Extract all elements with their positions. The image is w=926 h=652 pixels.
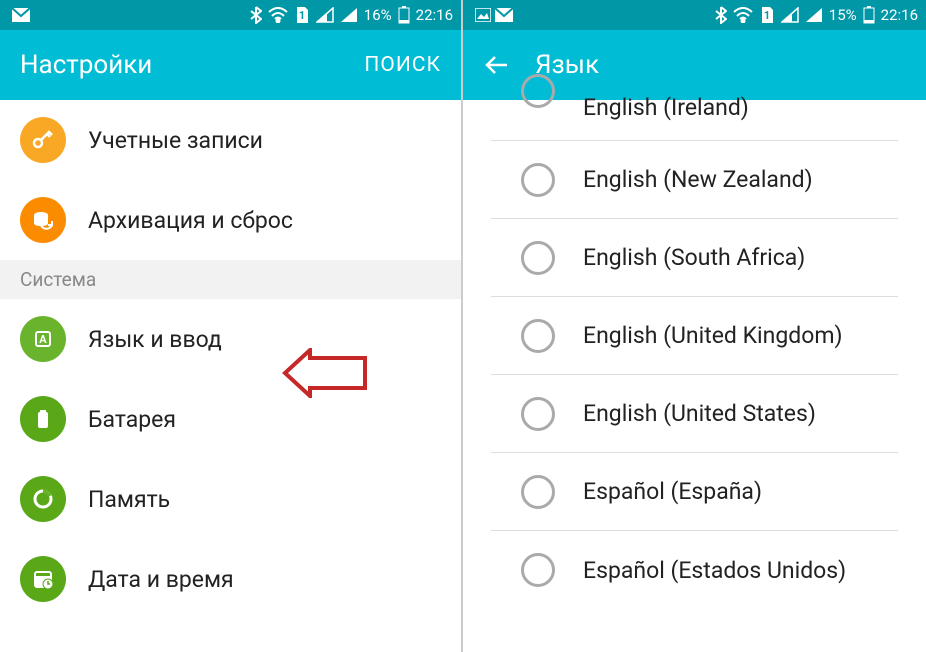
search-button[interactable]: ПОИСК xyxy=(364,53,441,77)
svg-text:1: 1 xyxy=(764,9,770,22)
svg-text:A: A xyxy=(39,333,47,346)
sim-icon: 1 xyxy=(294,6,310,24)
wifi-icon xyxy=(733,7,753,23)
battery-pct: 15% xyxy=(829,6,857,24)
page-title: Настройки xyxy=(20,50,364,80)
language-option[interactable]: Español (España) xyxy=(491,453,898,531)
status-bar: 1 15% 22:16 xyxy=(463,0,926,30)
settings-item-label: Язык и ввод xyxy=(88,326,222,353)
image-icon xyxy=(475,8,491,22)
sim-icon: 1 xyxy=(759,6,775,24)
memory-icon xyxy=(20,476,66,522)
language-label: English (United Kingdom) xyxy=(583,322,843,349)
language-option[interactable]: Español (Estados Unidos) xyxy=(491,531,898,609)
language-label: English (Ireland) xyxy=(583,94,749,121)
settings-item-label: Батарея xyxy=(88,406,176,433)
gmail-icon xyxy=(12,8,30,22)
settings-item-label: Память xyxy=(88,486,170,513)
radio-icon xyxy=(521,553,555,587)
bluetooth-icon xyxy=(250,6,262,24)
battery-icon xyxy=(398,6,410,24)
wifi-icon xyxy=(268,7,288,23)
action-bar: Настройки ПОИСК xyxy=(0,30,461,100)
section-header-system: Система xyxy=(0,260,461,299)
language-label: Español (España) xyxy=(583,478,762,505)
signal2-icon xyxy=(340,7,358,23)
settings-item-memory[interactable]: Память xyxy=(0,459,461,539)
screen-language: 1 15% 22:16 Язык English (Ireland) Engli… xyxy=(463,0,926,652)
settings-item-accounts[interactable]: Учетные записи xyxy=(0,100,461,180)
status-bar: 1 16% 22:16 xyxy=(0,0,461,30)
svg-text:1: 1 xyxy=(299,9,305,22)
language-option[interactable]: English (United States) xyxy=(491,375,898,453)
settings-item-backup[interactable]: Архивация и сброс xyxy=(0,180,461,260)
signal2-icon xyxy=(805,7,823,23)
clock: 22:16 xyxy=(416,6,453,24)
settings-item-label: Дата и время xyxy=(88,566,234,593)
backup-icon xyxy=(20,197,66,243)
clock: 22:16 xyxy=(881,6,918,24)
battery-pct: 16% xyxy=(364,6,392,24)
page-title: Язык xyxy=(535,50,906,80)
gmail-icon xyxy=(495,8,513,22)
language-option[interactable]: English (Ireland) xyxy=(491,96,898,141)
key-icon xyxy=(20,117,66,163)
language-option[interactable]: English (South Africa) xyxy=(491,219,898,297)
battery-item-icon xyxy=(20,396,66,442)
radio-icon xyxy=(521,397,555,431)
signal-icon xyxy=(781,7,799,23)
radio-icon xyxy=(521,475,555,509)
radio-icon xyxy=(521,319,555,353)
settings-item-battery[interactable]: Батарея xyxy=(0,379,461,459)
settings-list: Учетные записи Архивация и сброс Система… xyxy=(0,100,461,619)
back-button[interactable] xyxy=(483,51,511,79)
radio-icon xyxy=(521,241,555,275)
settings-item-label: Архивация и сброс xyxy=(88,207,293,234)
radio-icon xyxy=(521,74,555,108)
language-label: Español (Estados Unidos) xyxy=(583,557,846,584)
bluetooth-icon xyxy=(715,6,727,24)
language-label: English (New Zealand) xyxy=(583,166,813,193)
language-list[interactable]: English (Ireland) English (New Zealand) … xyxy=(463,96,926,609)
settings-item-language[interactable]: A Язык и ввод xyxy=(0,299,461,379)
language-option[interactable]: English (New Zealand) xyxy=(491,141,898,219)
calendar-icon xyxy=(20,556,66,602)
settings-item-label: Учетные записи xyxy=(88,127,263,154)
language-label: English (United States) xyxy=(583,400,816,427)
language-option[interactable]: English (United Kingdom) xyxy=(491,297,898,375)
battery-icon xyxy=(863,6,875,24)
language-label: English (South Africa) xyxy=(583,244,805,271)
screen-settings: 1 16% 22:16 Настройки ПОИСК Учетные запи… xyxy=(0,0,463,652)
language-icon: A xyxy=(20,316,66,362)
radio-icon xyxy=(521,163,555,197)
signal-icon xyxy=(316,7,334,23)
settings-item-datetime[interactable]: Дата и время xyxy=(0,539,461,619)
